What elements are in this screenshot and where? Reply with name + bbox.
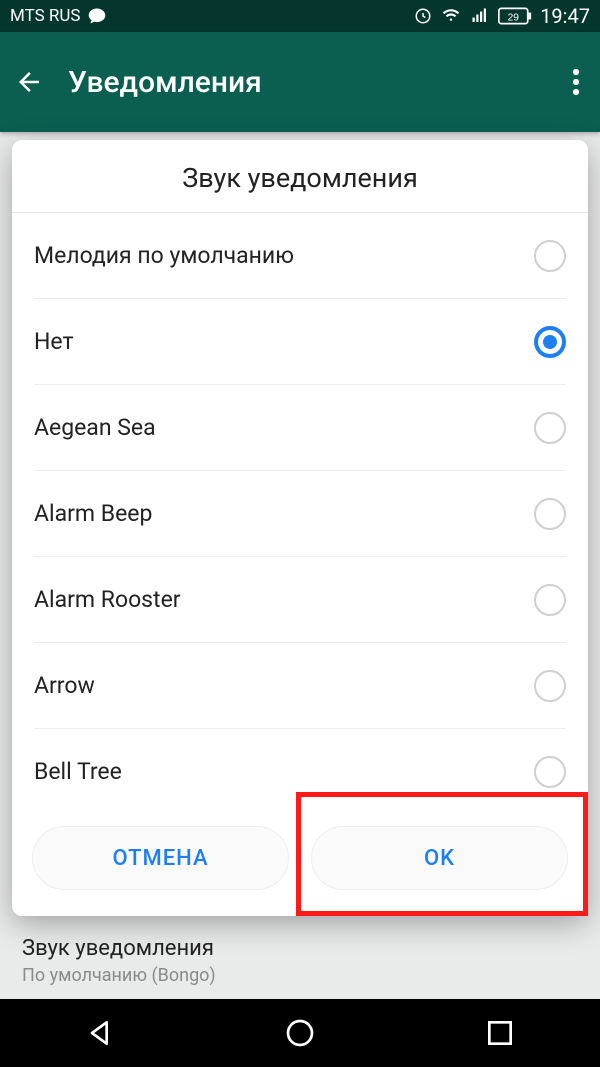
sound-option-label: Мелодия по умолчанию [34,242,294,269]
dialog-title: Звук уведомления [12,140,588,213]
arrow-back-icon [14,67,44,97]
radio-button-icon [534,498,566,530]
status-bar: MTS RUS 29 19:47 [0,0,600,32]
sound-option-label: Нет [34,328,74,355]
more-vert-icon [572,67,580,97]
wifi-icon [440,7,462,25]
clock: 19:47 [540,4,590,28]
sound-option[interactable]: Aegean Sea [34,385,566,471]
radio-button-icon [534,240,566,272]
sound-option-label: Aegean Sea [34,414,156,441]
battery-indicator: 29 [498,7,532,25]
dialog-actions: ОТМЕНА OK [12,804,588,916]
setting-row-notification-sound[interactable]: Звук уведомления По умолчанию (Bongo) [0,922,600,996]
radio-button-icon [534,670,566,702]
sound-option[interactable]: Arrow [34,643,566,729]
radio-button-icon [534,584,566,616]
radio-button-icon [534,756,566,788]
sound-options-list[interactable]: Мелодия по умолчанию Нет Aegean Sea Alarm B… [12,213,588,804]
sound-option-label: Alarm Rooster [34,586,181,613]
square-recent-icon [484,1017,516,1049]
sound-option[interactable]: Alarm Rooster [34,557,566,643]
sound-option[interactable]: Alarm Beep [34,471,566,557]
signal-icon [470,7,490,25]
cancel-button[interactable]: ОТМЕНА [32,826,289,890]
page-title: Уведомления [68,65,566,100]
svg-text:29: 29 [508,12,520,23]
sound-option[interactable]: Нет [34,299,566,385]
radio-button-icon [534,326,566,358]
sound-option-label: Bell Tree [34,758,122,785]
triangle-back-icon [84,1017,116,1049]
app-bar: Уведомления [0,32,600,132]
dnd-icon [414,7,432,25]
nav-recent-button[interactable] [484,1017,516,1049]
nav-home-button[interactable] [284,1017,316,1049]
setting-title: Звук уведомления [22,936,578,961]
carrier-label: MTS RUS [10,6,81,26]
radio-button-icon [534,412,566,444]
sound-picker-dialog: Звук уведомления Мелодия по умолчанию Нет… [12,140,588,916]
sound-option-label: Arrow [34,672,95,699]
setting-subtitle: По умолчанию (Bongo) [22,965,578,986]
sound-option-label: Alarm Beep [34,500,152,527]
back-button[interactable] [14,67,44,97]
chat-icon [87,6,107,26]
nav-back-button[interactable] [84,1017,116,1049]
system-nav-bar [0,999,600,1067]
ok-button[interactable]: OK [311,826,568,890]
sound-option[interactable]: Мелодия по умолчанию [34,213,566,299]
sound-option[interactable]: Bell Tree [34,729,566,804]
circle-home-icon [284,1017,316,1049]
overflow-menu-button[interactable] [566,67,586,97]
